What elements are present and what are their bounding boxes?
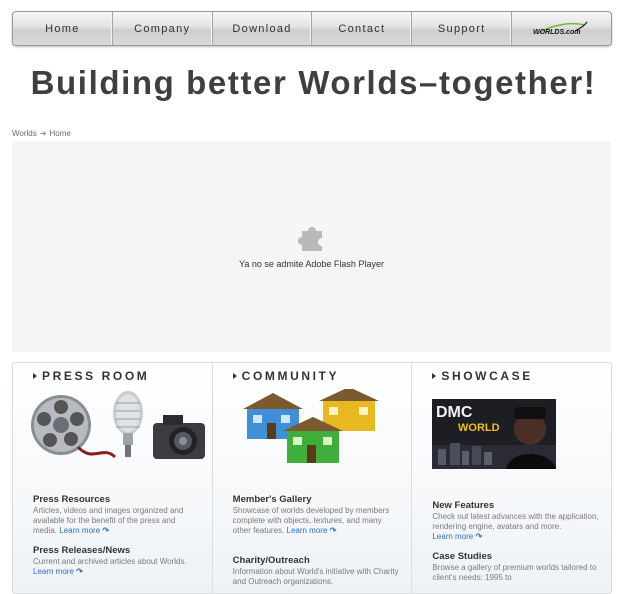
camera-icon — [153, 415, 205, 459]
members-gallery-link[interactable]: Member's Gallery — [233, 494, 401, 505]
charity-outreach-link[interactable]: Charity/Outreach — [233, 555, 401, 566]
learn-more-arrow-icon: ↷ — [76, 567, 83, 576]
showcase-title: SHOWCASE — [441, 369, 533, 383]
nav-support[interactable]: Support — [412, 12, 513, 45]
press-resources-learn-more[interactable]: Learn more — [59, 526, 100, 535]
press-resources-item: Press Resources Articles, videos and ima… — [33, 494, 201, 536]
nav-download[interactable]: Download — [213, 12, 313, 45]
press-room-heading: PRESS ROOM — [33, 369, 149, 383]
charity-outreach-desc: Information about World's initiative wit… — [232, 567, 399, 586]
press-releases-learn-more[interactable]: Learn more — [33, 567, 74, 576]
heading-arrow-icon — [33, 373, 37, 379]
press-releases-link[interactable]: Press Releases/News — [33, 545, 201, 556]
film-reel-icon — [31, 395, 117, 459]
press-resources-desc: Articles, videos and images organized an… — [33, 506, 201, 536]
charity-outreach-item: Charity/Outreach Information about World… — [233, 555, 401, 587]
press-releases-item: Press Releases/News Current and archived… — [33, 545, 201, 577]
panel-press-room: PRESS ROOM Press Resources Articles, vid… — [13, 363, 213, 593]
learn-more-arrow-icon: ↷ — [475, 532, 483, 541]
members-gallery-learn-more[interactable]: Learn more — [287, 526, 328, 535]
flash-placeholder[interactable]: Ya no se admite Adobe Flash Player — [12, 141, 611, 352]
new-features-learn-more[interactable]: Learn more — [432, 532, 473, 541]
learn-more-arrow-icon: ↷ — [329, 526, 337, 535]
nav-contact[interactable]: Contact — [312, 12, 413, 45]
press-resources-link[interactable]: Press Resources — [33, 494, 201, 505]
new-features-link[interactable]: New Features — [432, 500, 600, 511]
nav-home[interactable]: Home — [13, 12, 113, 45]
breadcrumb: Worlds ➜ Home — [12, 129, 71, 138]
microphone-icon — [113, 391, 143, 457]
press-releases-desc: Current and archived articles about Worl… — [33, 557, 201, 577]
dmc-image-subtitle: WORLD — [458, 422, 500, 434]
panel-showcase: SHOWCASE DMC WORLD New Features Check ou… — [412, 363, 611, 593]
dmc-image-title: DMC — [436, 404, 473, 421]
members-gallery-item: Member's Gallery Showcase of worlds deve… — [233, 494, 401, 536]
showcase-heading: SHOWCASE — [432, 369, 532, 383]
nav-company[interactable]: Company — [113, 12, 213, 45]
community-heading: COMMUNITY — [232, 369, 340, 383]
logo-wordmark: WORLDS.com — [533, 29, 580, 36]
houses-illustration — [242, 389, 379, 463]
case-studies-desc: Browse a gallery of premium worlds tailo… — [432, 563, 597, 582]
press-releases-desc-text: Current and archived articles about Worl… — [33, 557, 187, 566]
new-features-item: New Features Check out latest advances w… — [432, 500, 600, 542]
breadcrumb-separator-icon: ➜ — [39, 129, 47, 138]
plugin-puzzle-icon — [298, 227, 322, 251]
page-headline: Building better Worlds–together! — [30, 64, 597, 101]
worlds-logo-swoosh-icon: WORLDS.com — [533, 21, 588, 36]
new-features-desc: Check out latest advances with the appli… — [432, 512, 600, 542]
learn-more-arrow-icon: ↷ — [102, 526, 110, 535]
dmc-world-image[interactable]: DMC WORLD — [432, 399, 557, 469]
heading-arrow-icon — [232, 373, 237, 379]
press-media-illustration — [31, 391, 205, 459]
breadcrumb-current: Home — [49, 129, 71, 138]
panel-community: COMMUNITY Member's Gallery Showcase of w… — [213, 363, 413, 593]
main-nav: Home Company Download Contact Support WO… — [12, 11, 612, 46]
new-features-desc-text: Check out latest advances with the appli… — [432, 512, 599, 531]
heading-arrow-icon — [432, 373, 437, 379]
breadcrumb-root[interactable]: Worlds — [12, 129, 37, 138]
case-studies-link[interactable]: Case Studies — [432, 551, 600, 562]
flash-message: Ya no se admite Adobe Flash Player — [239, 259, 384, 269]
press-room-title: PRESS ROOM — [42, 369, 150, 383]
feature-panels: PRESS ROOM Press Resources Articles, vid… — [12, 362, 612, 594]
community-title: COMMUNITY — [241, 369, 340, 383]
worlds-logo[interactable]: WORLDS.com — [512, 12, 611, 45]
members-gallery-desc: Showcase of worlds developed by members … — [233, 506, 401, 536]
case-studies-item: Case Studies Browse a gallery of premium… — [432, 551, 600, 583]
